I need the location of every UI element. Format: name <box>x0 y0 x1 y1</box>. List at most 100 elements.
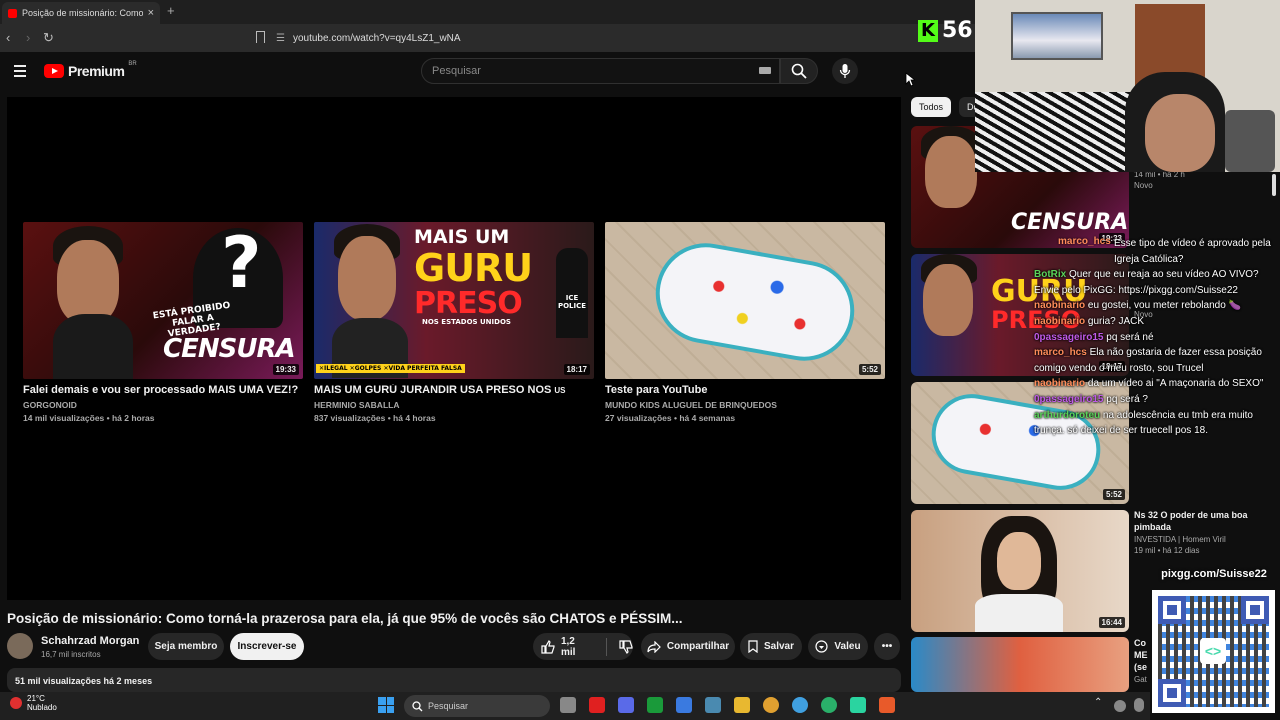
browser-tab[interactable]: Posição de missionário: Como to × <box>2 2 160 24</box>
channel-name[interactable]: INVESTIDA | Homem Viril <box>1134 535 1274 544</box>
keyboard-icon[interactable] <box>759 67 771 74</box>
chat-message: 0passageiro15 pq será né <box>1034 331 1154 343</box>
xbox-app-icon[interactable] <box>647 697 663 713</box>
like-button[interactable]: 1,2 mil <box>533 633 633 660</box>
reload-icon[interactable]: ↻ <box>43 30 54 46</box>
video-title[interactable]: Ns 32 O poder de uma boa pimbada <box>1134 509 1274 533</box>
save-button[interactable]: Salvar <box>740 633 802 660</box>
end-screen-card[interactable]: MAIS UM GURU PRESO NOS ESTADOS UNIDOS IC… <box>314 222 594 423</box>
recommendation-info[interactable]: Ns 32 O poder de uma boa pimbada INVESTI… <box>1134 509 1274 555</box>
pix-logo-icon: <> <box>1200 638 1226 664</box>
search-placeholder: Pesquisar <box>432 65 481 77</box>
recommendation-info[interactable]: Co ME (se Gat <box>1134 637 1150 684</box>
mouse-cursor-icon <box>905 72 915 87</box>
chrome-dev-icon[interactable] <box>792 697 808 713</box>
subscriber-count: 16,7 mil inscritos <box>41 650 101 659</box>
chrome-profile-icon[interactable] <box>821 697 837 713</box>
join-button[interactable]: Seja membro <box>148 633 224 660</box>
scrollbar[interactable] <box>1272 174 1276 196</box>
share-button[interactable]: Compartilhar <box>641 633 735 660</box>
chat-message: Esse tipo de vídeo é aprovado pela Igrej… <box>1114 238 1271 265</box>
new-badge: Novo <box>1134 181 1153 190</box>
video-thumbnail[interactable]: MAIS UM GURU PRESO NOS ESTADOS UNIDOS IC… <box>314 222 594 379</box>
overlay-text: MAIS UM <box>414 226 510 248</box>
channel-name[interactable]: HERMINIO SABALLA <box>314 400 594 410</box>
video-thumbnail[interactable]: ? ESTÁ PROIBIDO FALAR A VERDADE? CENSURA… <box>23 222 303 379</box>
overlay-text: CENSURA <box>163 334 296 364</box>
video-title[interactable]: Teste para YouTube <box>605 384 885 396</box>
new-tab-button[interactable]: + <box>167 3 175 18</box>
forward-icon[interactable]: › <box>26 30 30 45</box>
video-player[interactable]: ? ESTÁ PROIBIDO FALAR A VERDADE? CENSURA… <box>7 97 901 600</box>
youtube-app-icon[interactable] <box>589 697 605 713</box>
file-explorer-icon[interactable] <box>734 697 750 713</box>
notes-app-icon[interactable] <box>676 697 692 713</box>
channel-name[interactable]: GORGONOID <box>23 400 303 410</box>
chrome-icon[interactable] <box>763 697 779 713</box>
channel-name[interactable]: MUNDO KIDS ALUGUEL DE BRINQUEDOS <box>605 400 885 410</box>
back-icon[interactable]: ‹ <box>6 30 10 45</box>
weather-icon <box>10 697 22 709</box>
more-actions-icon[interactable]: ••• <box>874 633 900 660</box>
thumbs-up-icon <box>541 639 555 654</box>
subscribe-button[interactable]: Inscrever-se <box>230 633 304 660</box>
site-info-icon[interactable]: ☰ <box>276 33 285 44</box>
end-screen-card[interactable]: ? ESTÁ PROIBIDO FALAR A VERDADE? CENSURA… <box>23 222 303 423</box>
search-icon <box>791 63 807 79</box>
vpn-app-icon[interactable] <box>618 697 634 713</box>
voice-search-button[interactable] <box>832 58 858 84</box>
screen: Posição de missionário: Como to × + ‹ › … <box>0 0 1280 720</box>
video-thumbnail[interactable]: 5:52 <box>605 222 885 379</box>
thanks-button[interactable]: Valeu <box>808 633 868 660</box>
close-tab-icon[interactable]: × <box>148 7 154 19</box>
task-view-icon[interactable] <box>560 697 576 713</box>
youtube-premium-logo[interactable]: Premium BR <box>44 61 137 79</box>
tray-icon[interactable] <box>1114 700 1126 712</box>
tray-expand-icon[interactable]: ⌃ <box>1094 697 1102 708</box>
channel-name[interactable]: Gat <box>1134 675 1150 684</box>
recommendation-thumbnail[interactable] <box>911 637 1129 692</box>
chat-message: marco_hcs Ela não gostaria de fazer essa… <box>1034 347 1262 374</box>
mail-app-icon[interactable] <box>705 697 721 713</box>
end-screen-card[interactable]: 5:52 Teste para YouTube MUNDO KIDS ALUGU… <box>605 222 885 423</box>
blanket <box>975 92 1145 172</box>
weather-widget[interactable]: 21°C Nublado <box>10 694 57 712</box>
bookmark-icon[interactable] <box>256 31 265 43</box>
search-input[interactable]: Pesquisar <box>421 58 780 84</box>
microphone-tray-icon[interactable] <box>1134 698 1144 712</box>
microphone-icon <box>839 64 851 78</box>
views-line: 51 mil visualizações há 2 meses <box>15 676 153 686</box>
youtube-favicon-icon <box>8 8 17 18</box>
save-icon <box>748 640 758 653</box>
menu-icon[interactable] <box>14 65 26 80</box>
viewer-count: 56 <box>942 18 973 43</box>
chat-message: naobinario guria? JACK <box>1034 315 1145 327</box>
chat-message: BotRix Quer que eu reaja ao seu vídeo AO… <box>1034 269 1259 296</box>
video-title[interactable]: MAIS UM GURÚ JURANDIR USA PRESO NOS US <box>314 384 594 396</box>
channel-avatar[interactable] <box>7 633 33 659</box>
overlay-text: PRESO <box>414 286 523 321</box>
channel-name[interactable]: Schahrzad Morgan <box>41 635 139 647</box>
webcam-overlay <box>975 0 1280 172</box>
overlay-text: NOS ESTADOS UNIDOS <box>422 318 511 326</box>
chip-all[interactable]: Todos <box>911 97 952 117</box>
duration-badge: 5:52 <box>858 364 881 375</box>
overlay-text: ✕ILEGAL ✕GOLPES ✕VIDA PERFEITA FALSA <box>316 364 465 373</box>
search-button[interactable] <box>780 58 818 84</box>
overlay-text: ICE POLICE <box>556 248 588 338</box>
description-box[interactable]: 51 mil visualizações há 2 meses <box>7 668 901 692</box>
video-meta: 837 visualizações • há 4 horas <box>314 413 436 423</box>
youtube-header: Premium BR Pesquisar <box>0 52 905 92</box>
brave-browser-icon[interactable] <box>879 697 895 713</box>
chat-message: naobinario eu gostei, vou meter reboland… <box>1034 300 1242 312</box>
kick-viewer-badge: K 56 <box>918 18 973 43</box>
youtube-play-icon <box>44 64 64 78</box>
video-meta: 14 mil visualizações • há 2 horas <box>23 413 155 423</box>
recommendation-thumbnail[interactable]: 16:44 <box>911 510 1129 632</box>
video-title[interactable]: Co ME (se <box>1134 637 1150 673</box>
taskbar-search[interactable]: Pesquisar <box>404 695 550 717</box>
windows-start-icon[interactable] <box>378 697 394 713</box>
url-field[interactable]: ☰ youtube.com/watch?v=qy4LsZ1_wNA <box>276 29 966 47</box>
discord-icon[interactable] <box>850 697 866 713</box>
video-title[interactable]: Falei demais e vou ser processado MAIS U… <box>23 384 303 396</box>
